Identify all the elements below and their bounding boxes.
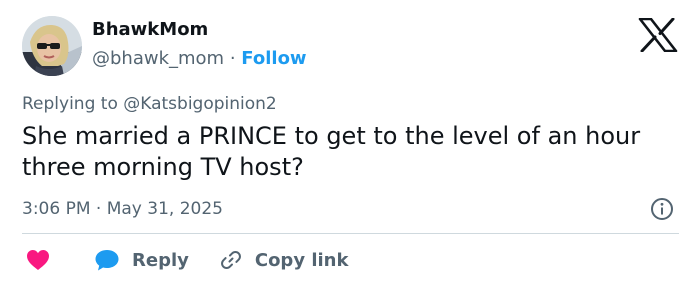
x-logo-icon[interactable] xyxy=(638,18,678,52)
tweet-actions: Reply Copy link xyxy=(26,246,348,274)
author-name[interactable]: BhawkMom xyxy=(92,19,208,40)
reply-button[interactable]: Reply xyxy=(94,248,189,272)
author-handle[interactable]: @bhawk_mom xyxy=(92,48,224,69)
avatar-image xyxy=(22,16,82,76)
copy-link-label: Copy link xyxy=(254,249,349,271)
replying-to-prefix: Replying to xyxy=(22,94,118,114)
like-button[interactable] xyxy=(26,249,50,271)
tweet-time: 3:06 PM xyxy=(22,199,91,219)
author-handle-row: @bhawk_mom · Follow xyxy=(92,48,307,69)
info-icon[interactable] xyxy=(650,197,674,221)
timestamp-separator: · xyxy=(95,199,102,219)
tweet-text: She married a PRINCE to get to the level… xyxy=(22,122,641,181)
link-icon xyxy=(220,250,241,270)
follow-button[interactable]: Follow xyxy=(241,48,306,69)
heart-icon xyxy=(27,250,49,270)
divider xyxy=(22,233,679,234)
handle-separator: · xyxy=(229,48,236,69)
speech-bubble-icon xyxy=(95,250,119,271)
avatar[interactable] xyxy=(22,16,82,76)
copy-link-button[interactable]: Copy link xyxy=(219,248,349,272)
reply-label: Reply xyxy=(132,249,189,271)
tweet-timestamp[interactable]: 3:06 PM · May 31, 2025 xyxy=(22,199,223,219)
tweet-date: May 31, 2025 xyxy=(106,199,223,219)
replying-to: Replying to @Katsbigopinion2 xyxy=(22,94,277,114)
replying-to-handle[interactable]: @Katsbigopinion2 xyxy=(123,94,277,114)
